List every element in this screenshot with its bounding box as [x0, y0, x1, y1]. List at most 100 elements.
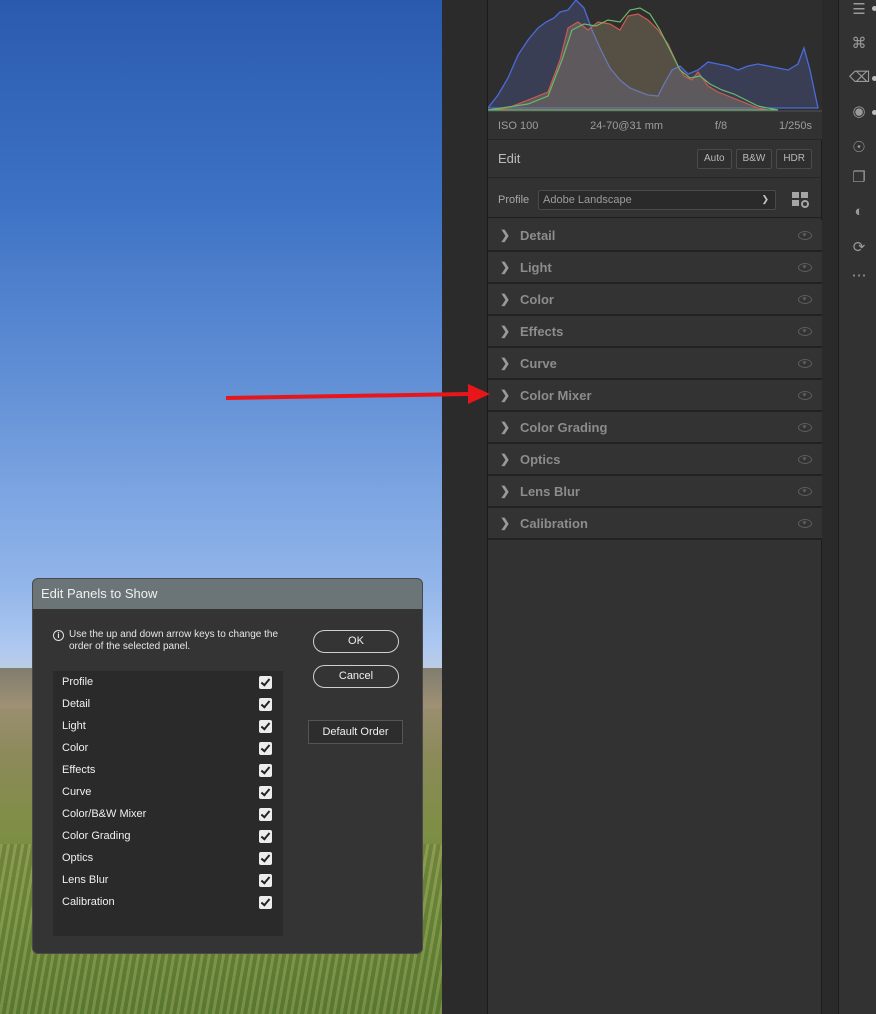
edit-header: Edit Auto B&W HDR: [488, 140, 822, 178]
sliders-icon[interactable]: ☰: [849, 0, 869, 20]
active-dot: [872, 6, 876, 11]
eye-icon[interactable]: [798, 230, 812, 240]
section-optics[interactable]: ❯ Optics: [488, 444, 822, 476]
profile-browser-icon[interactable]: [792, 191, 810, 208]
redeye-icon[interactable]: ☉: [849, 138, 869, 158]
iso-value: ISO 100: [498, 119, 539, 132]
list-item-label: Color Grading: [62, 830, 131, 842]
list-item[interactable]: Color: [53, 737, 283, 759]
edit-panel: ISO 100 24-70@31 mm f/8 1/250s Edit Auto…: [488, 0, 822, 1014]
profile-row: Profile Adobe Landscape ❯: [488, 182, 822, 218]
checkbox[interactable]: [259, 675, 272, 689]
more-icon[interactable]: ⋯: [849, 266, 869, 286]
checkbox[interactable]: [259, 851, 272, 865]
chevron-down-icon: ❯: [761, 194, 769, 204]
hdr-button[interactable]: HDR: [776, 148, 812, 169]
chevron-right-icon: ❯: [500, 324, 511, 338]
eye-icon[interactable]: [798, 390, 812, 400]
eye-icon[interactable]: [798, 518, 812, 528]
section-lens-blur[interactable]: ❯ Lens Blur: [488, 476, 822, 508]
ok-button[interactable]: OK: [313, 630, 399, 653]
chevron-right-icon: ❯: [500, 356, 511, 370]
list-item-label: Calibration: [62, 896, 115, 908]
histogram-exif: ISO 100 24-70@31 mm f/8 1/250s: [488, 112, 822, 140]
eye-icon[interactable]: [798, 358, 812, 368]
list-item-label: Color: [62, 742, 89, 754]
section-light[interactable]: ❯ Light: [488, 252, 822, 284]
checkbox[interactable]: [259, 719, 272, 733]
cancel-button[interactable]: Cancel: [313, 665, 399, 688]
checkbox[interactable]: [259, 763, 272, 777]
section-curve[interactable]: ❯ Curve: [488, 348, 822, 380]
list-item[interactable]: Color Grading: [53, 825, 283, 847]
eye-icon[interactable]: [798, 422, 812, 432]
panel-gutter: [442, 0, 488, 1014]
chevron-right-icon: ❯: [500, 420, 511, 434]
section-detail[interactable]: ❯ Detail: [488, 220, 822, 252]
checkbox[interactable]: [259, 697, 272, 711]
chevron-right-icon: ❯: [500, 452, 511, 466]
eye-icon[interactable]: [798, 294, 812, 304]
list-item-label: Curve: [62, 786, 92, 798]
checkbox[interactable]: [259, 741, 272, 755]
chevron-right-icon: ❯: [500, 388, 511, 402]
info-icon: i: [53, 630, 64, 641]
dialog-title: Edit Panels to Show: [33, 579, 422, 609]
section-label: Detail: [520, 227, 556, 243]
list-item[interactable]: Effects: [53, 759, 283, 781]
crop-icon[interactable]: ⌘: [849, 34, 869, 54]
checkbox[interactable]: [259, 785, 272, 799]
section-label: Color Mixer: [520, 387, 592, 403]
eraser-icon[interactable]: ⌫: [849, 68, 870, 88]
edit-panels-dialog: Edit Panels to Show i Use the up and dow…: [32, 578, 423, 954]
checkbox[interactable]: [259, 873, 272, 887]
presets-icon[interactable]: ◐: [849, 202, 869, 222]
section-label: Lens Blur: [520, 483, 580, 499]
eye-icon[interactable]: [798, 486, 812, 496]
snapshots-icon[interactable]: ❐: [849, 168, 869, 188]
section-label: Effects: [520, 323, 564, 339]
dialog-hint: i Use the up and down arrow keys to chan…: [53, 629, 283, 653]
masking-icon[interactable]: ◉: [849, 102, 869, 122]
panel-list: Profile Detail Light Color Effects Curve…: [53, 671, 283, 936]
chevron-right-icon: ❯: [500, 260, 511, 274]
profile-label: Profile: [498, 193, 530, 206]
aperture-value: f/8: [714, 119, 728, 132]
tool-strip: ☰ ⌘ ⌫ ◉ ☉ ❐ ◐ ⟳ ⋯: [838, 0, 876, 1014]
shutter-value: 1/250s: [778, 119, 812, 132]
bw-button[interactable]: B&W: [735, 148, 773, 169]
list-item-label: Detail: [62, 698, 91, 710]
section-color-grading[interactable]: ❯ Color Grading: [488, 412, 822, 444]
section-effects[interactable]: ❯ Effects: [488, 316, 822, 348]
edit-sections: ❯ Detail ❯ Light ❯ Color ❯ Effects ❯ Curve ❯ C…: [488, 220, 822, 540]
list-item[interactable]: Color/B&W Mixer: [53, 803, 283, 825]
list-item[interactable]: Lens Blur: [53, 869, 283, 891]
list-item[interactable]: Detail: [53, 693, 283, 715]
checkbox[interactable]: [259, 829, 272, 843]
section-label: Calibration: [520, 515, 588, 531]
section-color-mixer[interactable]: ❯ Color Mixer: [488, 380, 822, 412]
active-dot: [872, 110, 876, 115]
hint-text: Use the up and down arrow keys to change…: [69, 629, 279, 652]
sync-icon[interactable]: ⟳: [849, 238, 869, 258]
profile-select[interactable]: Adobe Landscape ❯: [538, 189, 776, 210]
edit-title: Edit: [498, 151, 521, 166]
profile-select-value: Adobe Landscape: [543, 193, 632, 206]
default-order-button[interactable]: Default Order: [308, 720, 403, 744]
list-item[interactable]: Profile: [53, 671, 283, 693]
checkbox[interactable]: [259, 895, 272, 909]
section-label: Curve: [520, 355, 557, 371]
section-calibration[interactable]: ❯ Calibration: [488, 508, 822, 540]
section-color[interactable]: ❯ Color: [488, 284, 822, 316]
section-label: Color: [520, 291, 554, 307]
list-item[interactable]: Curve: [53, 781, 283, 803]
list-item[interactable]: Calibration: [53, 891, 283, 913]
checkbox[interactable]: [259, 807, 272, 821]
list-item[interactable]: Optics: [53, 847, 283, 869]
list-item[interactable]: Light: [53, 715, 283, 737]
eye-icon[interactable]: [798, 326, 812, 336]
eye-icon[interactable]: [798, 262, 812, 272]
annotation-arrow: [226, 384, 490, 404]
eye-icon[interactable]: [798, 454, 812, 464]
auto-button[interactable]: Auto: [696, 148, 732, 169]
